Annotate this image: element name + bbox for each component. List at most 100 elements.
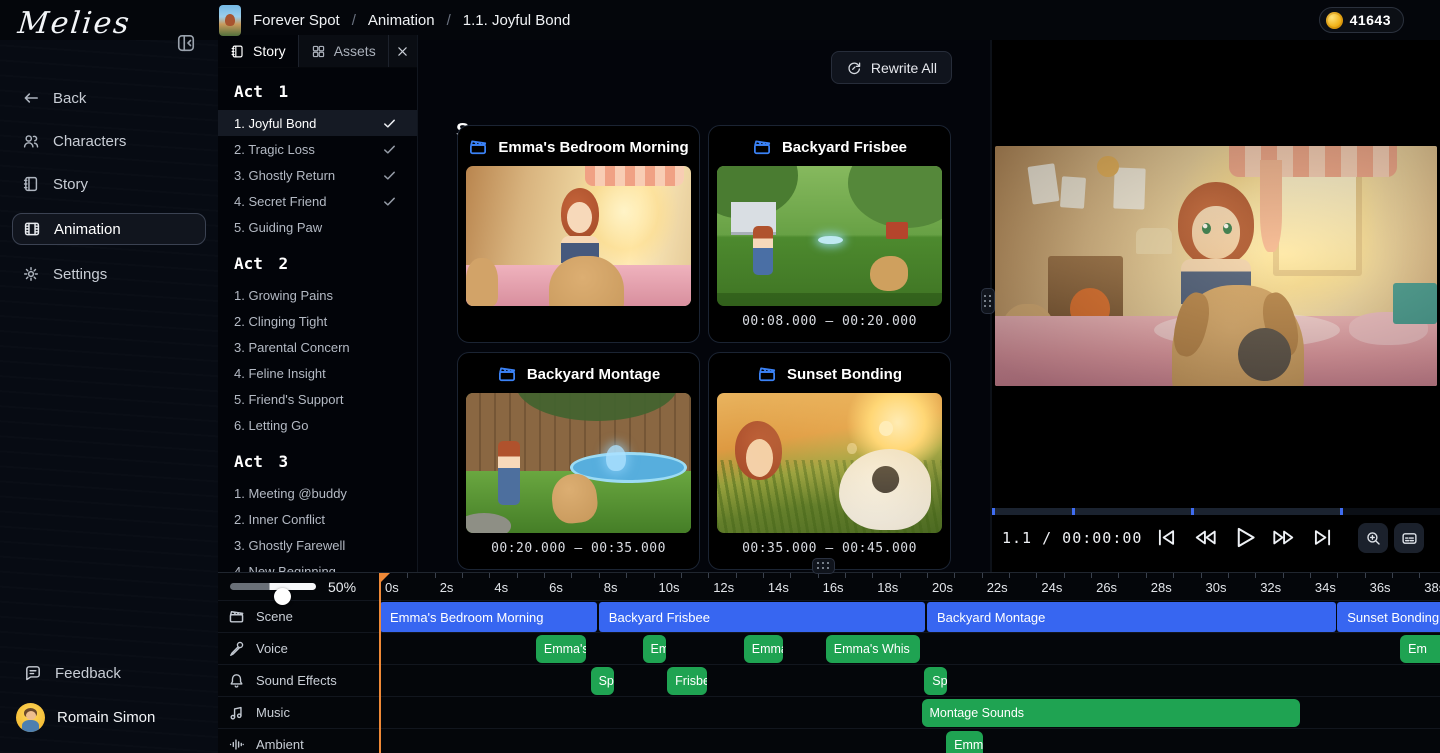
timeline-resize-handle[interactable]: [812, 558, 835, 574]
feedback-label: Feedback: [55, 665, 121, 682]
story-scene-item-5-friend-s-support[interactable]: 5. Friend's Support: [218, 386, 417, 412]
sidebar-item-settings[interactable]: Settings: [0, 260, 218, 288]
story-scene-item-3-ghostly-farewell[interactable]: 3. Ghostly Farewell: [218, 532, 417, 558]
minimap-scene-mark: [1191, 508, 1194, 515]
story-scene-item-1-joyful-bond[interactable]: 1. Joyful Bond: [218, 110, 417, 136]
track-header-voice[interactable]: Voice: [228, 633, 288, 664]
clapper-icon: [757, 364, 777, 384]
zoom-button[interactable]: [1358, 523, 1388, 553]
scene-timecode: 00:20.000 – 00:35.000: [458, 541, 699, 556]
clip-emma[interactable]: Emma: [643, 635, 666, 663]
story-scene-item-2-clinging-tight[interactable]: 2. Clinging Tight: [218, 308, 417, 334]
ruler-label: 22s: [987, 580, 1008, 595]
breadcrumb-section[interactable]: Animation: [368, 12, 435, 29]
sidebar-nav: Back Characters Story Animation Settings: [0, 84, 218, 288]
video-preview[interactable]: [995, 146, 1437, 386]
story-scene-item-5-guiding-paw[interactable]: 5. Guiding Paw: [218, 214, 417, 240]
captions-button[interactable]: [1394, 523, 1424, 553]
clip-emma[interactable]: Emma: [744, 635, 784, 663]
ruler-tick: [1392, 573, 1393, 578]
sidebar-item-label: Back: [53, 90, 86, 107]
bell-icon: [228, 672, 245, 689]
clip-frisbe[interactable]: Frisbe: [667, 667, 707, 695]
scene-item-label: 6. Letting Go: [234, 418, 308, 433]
story-scene-item-2-inner-conflict[interactable]: 2. Inner Conflict: [218, 506, 417, 532]
story-scene-item-4-new-beginning[interactable]: 4. New Beginning: [218, 558, 417, 572]
sidebar-item-animation[interactable]: Animation: [12, 213, 206, 245]
clapper-icon: [752, 137, 772, 157]
rewrite-all-button[interactable]: Rewrite All: [831, 51, 952, 84]
ruler-label: 26s: [1096, 580, 1117, 595]
check-icon: [382, 116, 397, 131]
timeline-ruler[interactable]: 50% 0s2s4s6s8s10s12s14s16s18s20s22s24s26…: [218, 573, 1440, 601]
sidebar-item-label: Animation: [54, 221, 121, 238]
clip-emma-s-whis[interactable]: Emma's Whis: [826, 635, 920, 663]
clip-spo[interactable]: Spo: [591, 667, 614, 695]
credits-badge[interactable]: 41643: [1319, 7, 1404, 33]
minimap-scene-mark: [1340, 508, 1343, 515]
feedback-button[interactable]: Feedback: [0, 659, 218, 687]
wave-icon: [228, 736, 245, 753]
ruler-tick: [1091, 573, 1092, 578]
scene-card-backyard-frisbee[interactable]: Backyard Frisbee00:08.000 – 00:20.000: [708, 125, 951, 343]
ruler-tick: [708, 573, 709, 578]
vertical-resize-handle[interactable]: [981, 288, 995, 314]
scene-card-sunset-bonding[interactable]: Sunset Bonding00:35.000 – 00:45.000: [708, 352, 951, 570]
clip-em[interactable]: Em: [1400, 635, 1440, 663]
rewrite-icon: [846, 60, 862, 76]
ruler-tick: [681, 573, 682, 578]
fast-forward-button[interactable]: [1267, 521, 1300, 555]
story-scene-item-3-parental-concern[interactable]: 3. Parental Concern: [218, 334, 417, 360]
story-scene-item-1-meeting-buddy[interactable]: 1. Meeting @buddy: [218, 480, 417, 506]
sidebar-item-story[interactable]: Story: [0, 170, 218, 198]
track-header-sound-effects[interactable]: Sound Effects: [228, 665, 337, 696]
sidebar-collapse-button[interactable]: [176, 33, 196, 53]
clip-emma[interactable]: Emma: [946, 731, 983, 753]
timeline-zoom-slider[interactable]: [230, 583, 316, 590]
scene-item-label: 3. Ghostly Farewell: [234, 538, 345, 553]
track-header-music[interactable]: Music: [228, 697, 290, 728]
track-row-music: Music Montage Sounds: [218, 697, 1440, 729]
story-scene-item-3-ghostly-return[interactable]: 3. Ghostly Return: [218, 162, 417, 188]
ruler-label: 12s: [713, 580, 734, 595]
story-scene-item-6-letting-go[interactable]: 6. Letting Go: [218, 412, 417, 438]
scene-card-title: Emma's Bedroom Morning: [498, 139, 688, 156]
transport-buttons: [1150, 521, 1339, 555]
clip-backyard-frisbee[interactable]: Backyard Frisbee: [599, 602, 926, 632]
minimap-scene-mark: [1072, 508, 1075, 515]
breadcrumb-project[interactable]: Forever Spot: [253, 12, 340, 29]
track-header-scene[interactable]: Scene: [228, 601, 293, 632]
story-scene-item-2-tragic-loss[interactable]: 2. Tragic Loss: [218, 136, 417, 162]
track-name: Voice: [256, 641, 288, 656]
story-scene-item-4-secret-friend[interactable]: 4. Secret Friend: [218, 188, 417, 214]
ruler-tick: [1009, 573, 1010, 578]
story-scene-item-4-feline-insight[interactable]: 4. Feline Insight: [218, 360, 417, 386]
track-header-ambient[interactable]: Ambient: [228, 729, 304, 753]
breadcrumb-scene[interactable]: 1.1. Joyful Bond: [463, 12, 571, 29]
scene-card-emma-s-bedroom-morning[interactable]: Emma's Bedroom Morning: [457, 125, 700, 343]
playhead[interactable]: [379, 573, 381, 753]
scene-thumbnail: [717, 166, 942, 306]
project-thumbnail[interactable]: [219, 5, 241, 36]
skip-end-button[interactable]: [1306, 521, 1339, 555]
skip-start-button[interactable]: [1150, 521, 1183, 555]
clip-spo[interactable]: Spo: [924, 667, 947, 695]
scene-item-label: 4. Secret Friend: [234, 194, 327, 209]
timeline-minimap-scrollbar[interactable]: [992, 508, 1440, 515]
clip-montage-sounds[interactable]: Montage Sounds: [922, 699, 1301, 727]
act-title: Act 1: [234, 82, 417, 101]
clip-backyard-montage[interactable]: Backyard Montage: [927, 602, 1336, 632]
track-row-voice: Voice Emma's Emma Emma Emma's Whis Em: [218, 633, 1440, 665]
ruler-tick: [462, 573, 463, 578]
clip-emma-s[interactable]: Emma's: [536, 635, 586, 663]
play-button[interactable]: [1228, 521, 1261, 555]
sidebar-item-back[interactable]: Back: [0, 84, 218, 112]
sidebar-item-characters[interactable]: Characters: [0, 127, 218, 155]
story-scene-item-1-growing-pains[interactable]: 1. Growing Pains: [218, 282, 417, 308]
scene-card-backyard-montage[interactable]: Backyard Montage00:20.000 – 00:35.000: [457, 352, 700, 570]
minimap-window: [992, 508, 1340, 515]
clip-sunset-bonding[interactable]: Sunset Bonding: [1337, 602, 1440, 632]
clip-emma-s-bedroom-morning[interactable]: Emma's Bedroom Morning: [380, 602, 597, 632]
user-menu[interactable]: Romain Simon: [0, 701, 218, 733]
rewind-button[interactable]: [1189, 521, 1222, 555]
